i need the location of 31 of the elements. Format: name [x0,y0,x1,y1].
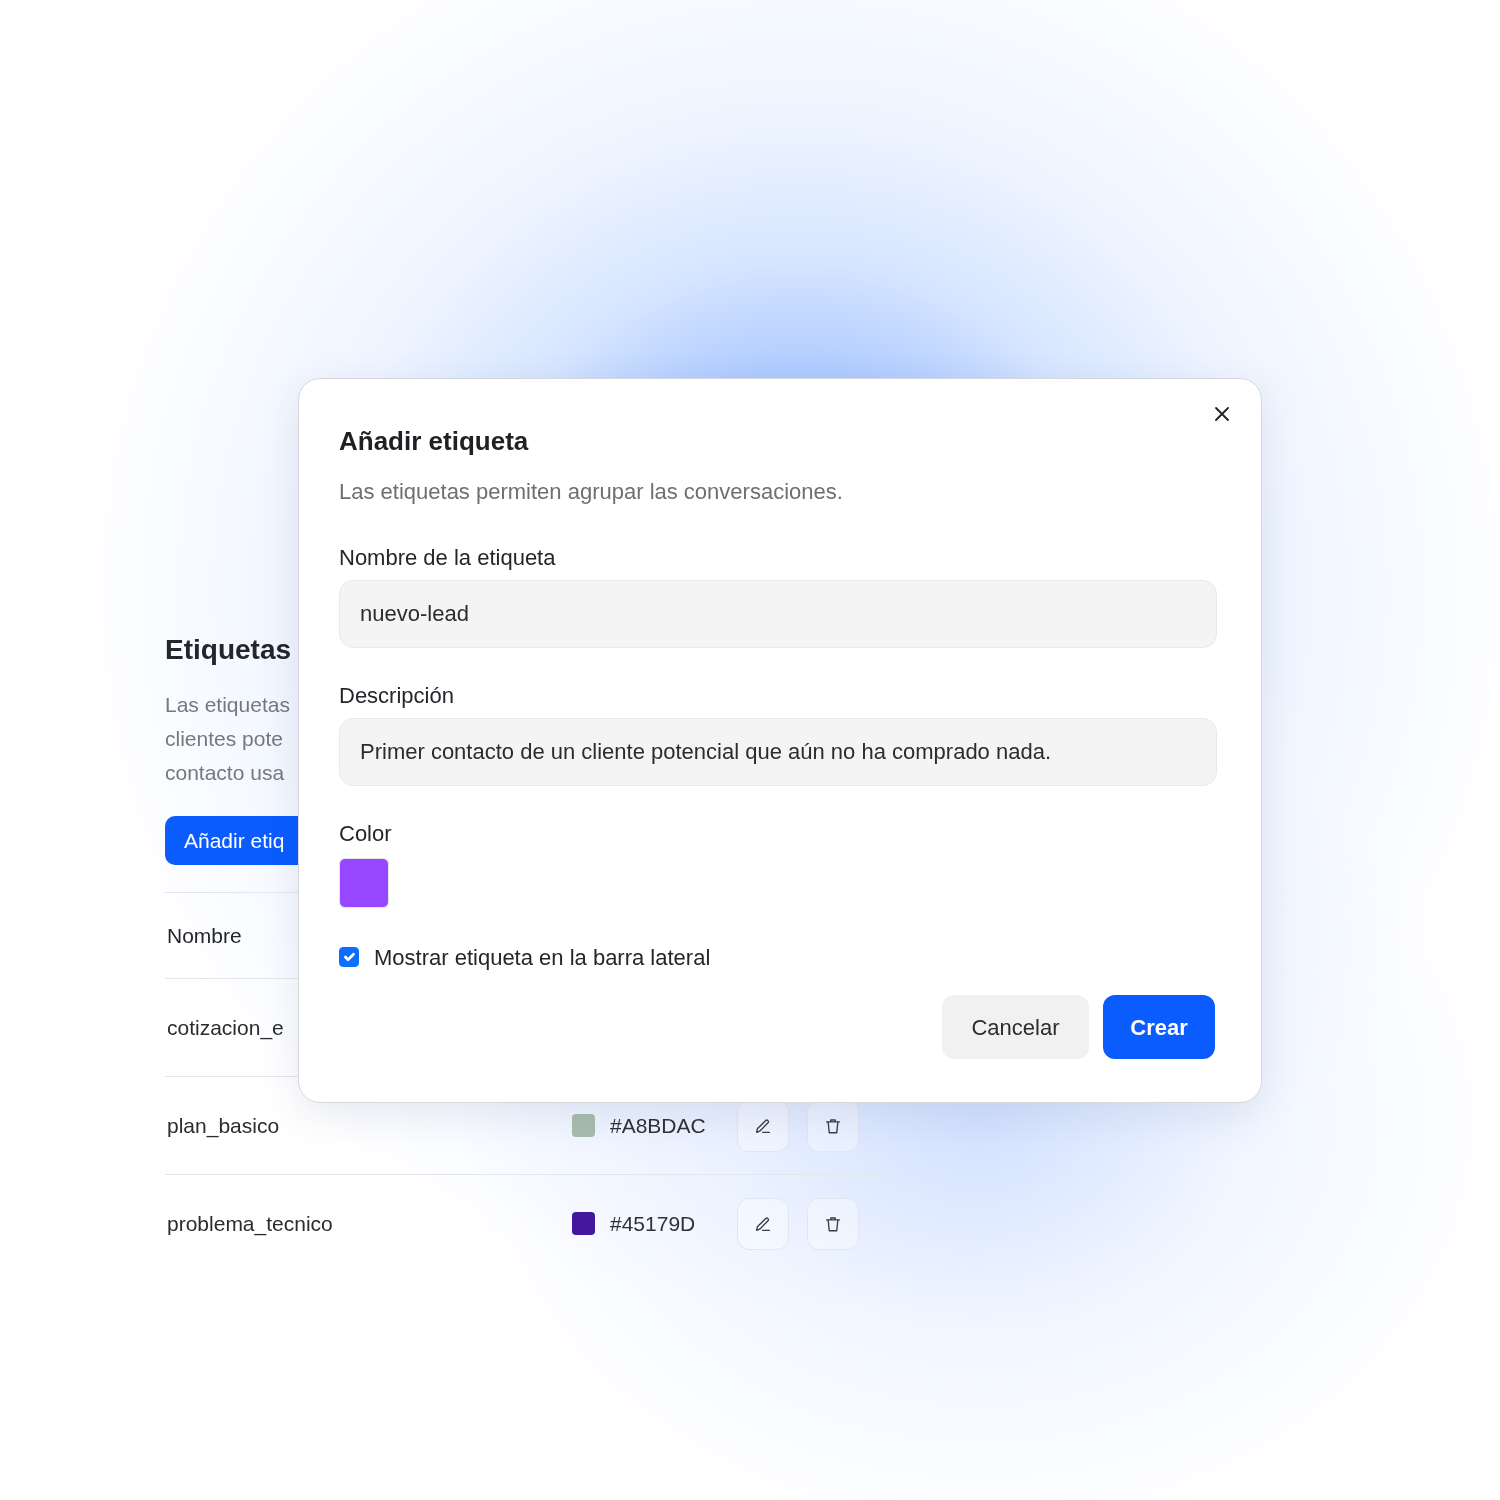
text-field[interactable]: Primer contacto de un cliente potencial que aún no ha comprado nada. [339,718,1217,786]
description-line: contacto usa [165,760,285,786]
edit-button[interactable] [737,1197,789,1250]
table-cell: problema_tecnico [167,1211,333,1235]
checkbox[interactable] [339,947,359,967]
create-button[interactable]: Crear [1103,995,1215,1059]
pencil-icon [754,1214,772,1233]
description-line: Las etiquetas [165,692,290,718]
field-label: Descripción [339,682,454,710]
table-cell: plan_basico [167,1113,280,1137]
field-label: Nombre de la etiqueta [339,544,556,572]
field-label: Color [339,820,392,848]
delete-button[interactable] [807,1197,859,1250]
text-field[interactable]: nuevo-lead [339,580,1217,648]
column-header: Nombre [167,922,242,949]
trash-icon [824,1116,842,1135]
page-title: Etiquetas [165,633,292,667]
description-line: clientes pote [165,726,283,752]
table-cell: #A8BDAC [610,1113,706,1137]
cancel-button[interactable]: Cancelar [942,995,1089,1059]
pencil-icon [754,1116,772,1135]
close-button[interactable] [1213,405,1231,423]
dialog-subtitle: Las etiquetas permiten agrupar las conversaciones. [339,478,843,506]
table-cell: #45179D [610,1211,696,1235]
table-cell: cotizacion_e [167,1015,284,1039]
close-icon [1214,406,1230,422]
trash-icon [824,1214,842,1233]
dialog-title: Añadir etiqueta [339,425,529,457]
add-tag-button[interactable]: Añadir etiq [165,816,298,865]
checkbox-label: Mostrar etiqueta en la barra lateral [374,943,711,972]
swatch-icon[interactable] [339,858,389,908]
